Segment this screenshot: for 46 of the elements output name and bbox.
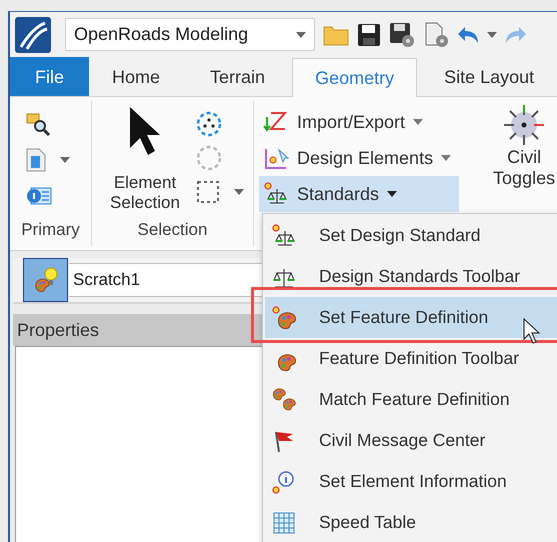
document-icon: [26, 148, 46, 172]
caret-icon: [234, 189, 244, 195]
model-button[interactable]: [23, 258, 68, 302]
target-icon: [502, 103, 546, 147]
menu-item[interactable]: Match Feature Definition: [265, 379, 557, 420]
undo-icon[interactable]: [457, 26, 479, 44]
app-logo: [15, 16, 51, 52]
info-card-icon: [26, 186, 52, 206]
mouse-cursor-icon: [523, 318, 541, 344]
select-button[interactable]: [196, 179, 244, 205]
caret-icon: [60, 157, 70, 163]
menu-item[interactable]: Set Element Information: [265, 461, 557, 502]
save-icon[interactable]: [357, 22, 381, 46]
ribbon-tab[interactable]: Geometry: [292, 58, 418, 97]
menu-item[interactable]: Speed Table: [265, 502, 557, 542]
scales-icon: [271, 222, 297, 248]
caret-icon: [296, 32, 306, 38]
arrow-pointer-icon: [128, 105, 162, 157]
table-icon: [271, 510, 297, 536]
file-tab[interactable]: File: [10, 57, 90, 96]
save-settings-icon[interactable]: [389, 22, 415, 48]
dashed-circle-icon: [196, 111, 222, 137]
caret-icon: [387, 191, 398, 197]
dropdown-button[interactable]: Import/Export: [259, 104, 460, 140]
palettes-icon: [271, 386, 297, 412]
document-button[interactable]: [26, 147, 70, 173]
ribbon-tab[interactable]: Terrain: [187, 57, 288, 96]
ribbon-tab[interactable]: Site Layout: [421, 57, 557, 96]
dropdown-button[interactable]: Design Elements: [259, 140, 460, 176]
caret-icon: [487, 32, 497, 38]
menu-item[interactable]: Set Feature Definition: [265, 297, 557, 338]
search-icon: [26, 112, 50, 136]
dashed-square-icon: [196, 180, 220, 204]
element-selection-button[interactable]: Element Selection: [102, 101, 188, 220]
menu-item[interactable]: Civil Message Center: [265, 420, 557, 461]
workflow-dropdown[interactable]: OpenRoads Modeling: [65, 18, 315, 51]
dropdown-button[interactable]: Standards: [259, 176, 460, 212]
group-label: Selection: [136, 220, 208, 241]
dashed-circle-icon: [196, 145, 222, 171]
file-settings-icon[interactable]: [423, 22, 449, 48]
palette-icon: [271, 304, 297, 330]
caret-icon: [441, 155, 452, 161]
folder-icon[interactable]: [323, 24, 349, 46]
ribbon-tab[interactable]: Home: [89, 57, 184, 96]
group-label: Primary: [20, 220, 81, 241]
caret-icon: [413, 119, 424, 125]
